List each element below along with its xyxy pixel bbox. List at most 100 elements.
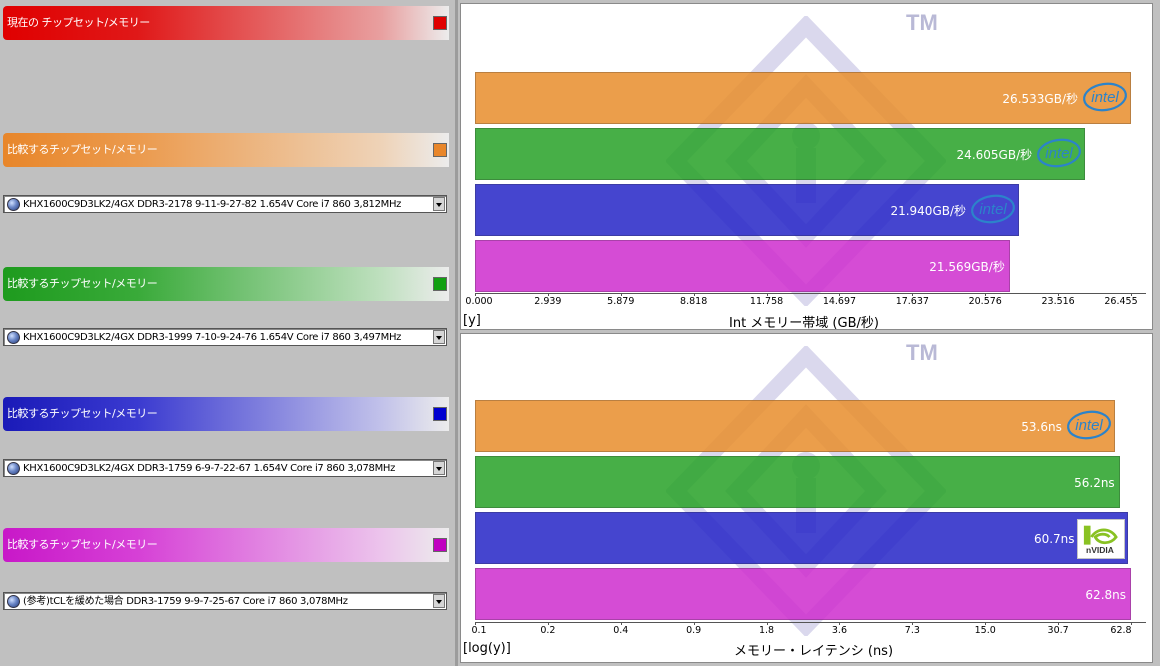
compare-select-value-1: KHX1600C9D3LK2/4GX DDR3-2178 9-11-9-27-8… [23, 199, 402, 210]
compare-select-value-3: KHX1600C9D3LK2/4GX DDR3-1759 6-9-7-22-67… [23, 463, 396, 474]
compare-select-2[interactable]: KHX1600C9D3LK2/4GX DDR3-1999 7-10-9-24-7… [3, 328, 447, 346]
bar-value-label: 21.569GB/秒 [929, 260, 1005, 274]
bar-value-label: 56.2ns [1074, 476, 1115, 490]
bar-value-label: 24.605GB/秒 [956, 148, 1033, 162]
x-tick-label: 23.516 [1041, 296, 1075, 307]
x-tick-label: 15.0 [974, 625, 996, 636]
compare-color-swatch-3[interactable] [433, 407, 447, 421]
bandwidth-chart-panel: TM 26.533GB/秒 intel 24.605GB/秒 intel 21.940G… [460, 3, 1153, 330]
x-tick-mark [766, 622, 768, 625]
bar-1: 53.6ns intel [475, 400, 1115, 452]
compare-label-4: 比較するチップセット/メモリー [7, 538, 158, 551]
compare-banner-1: 比較するチップセット/メモリー [3, 133, 449, 167]
x-tick-mark [1131, 293, 1132, 296]
bar-4: 21.569GB/秒 [475, 240, 1010, 292]
x-tick-label: 3.6 [831, 625, 847, 636]
x-tick-mark [620, 622, 622, 625]
pane-divider[interactable] [455, 0, 458, 666]
x-tick-mark [839, 293, 841, 296]
x-tick-mark [839, 622, 841, 625]
x-tick-mark [1058, 622, 1060, 625]
compare-label-1: 比較するチップセット/メモリー [7, 143, 158, 156]
current-chipset-banner: 現在の チップセット/メモリー [3, 6, 449, 40]
current-color-swatch[interactable] [433, 16, 447, 30]
comparison-sidebar: 現在の チップセット/メモリー 比較するチップセット/メモリー KHX1600C… [0, 0, 455, 666]
x-tick-label: 0.9 [686, 625, 702, 636]
compare-select-3[interactable]: KHX1600C9D3LK2/4GX DDR3-1759 6-9-7-22-67… [3, 459, 447, 477]
bar-value-label: 21.940GB/秒 [890, 204, 967, 218]
y-axis-label: [y] [463, 313, 481, 328]
compare-select-value-2: KHX1600C9D3LK2/4GX DDR3-1999 7-10-9-24-7… [23, 332, 402, 343]
bar-1: 26.533GB/秒 intel [475, 72, 1131, 124]
x-tick-label: 20.576 [968, 296, 1002, 307]
svg-text:intel: intel [1075, 417, 1103, 434]
x-axis-line [475, 622, 1146, 623]
x-tick-label: 62.8 [1110, 625, 1132, 636]
compare-color-swatch-1[interactable] [433, 143, 447, 157]
x-tick-label: 0.000 [465, 296, 493, 307]
x-tick-label: 5.879 [607, 296, 635, 307]
y-axis-label: [log(y)] [463, 641, 511, 656]
x-tick-mark [475, 622, 476, 625]
globe-icon [7, 331, 20, 344]
globe-icon [7, 462, 20, 475]
x-tick-label: 11.758 [749, 296, 784, 307]
bar-4: 62.8ns [475, 568, 1131, 620]
x-tick-mark [620, 293, 622, 296]
bar-2: 24.605GB/秒 intel [475, 128, 1086, 180]
svg-text:nVIDIA: nVIDIA [1086, 545, 1114, 555]
x-tick-mark [766, 293, 768, 296]
compare-select-4[interactable]: (参考)tCLを緩めた場合 DDR3-1759 9-9-7-25-67 Core… [3, 592, 447, 610]
x-tick-mark [912, 622, 914, 625]
globe-icon [7, 595, 20, 608]
x-tick-label: 8.818 [680, 296, 708, 307]
chevron-down-icon[interactable] [433, 594, 445, 608]
x-tick-mark [1131, 622, 1132, 625]
x-tick-mark [693, 622, 695, 625]
chevron-down-icon[interactable] [433, 197, 445, 211]
svg-text:intel: intel [1045, 145, 1073, 162]
x-axis-label: メモリー・レイテンシ (ns) [734, 644, 894, 659]
x-tick-mark [547, 622, 549, 625]
chevron-down-icon[interactable] [433, 461, 445, 475]
x-tick-label: 1.8 [758, 625, 775, 636]
x-tick-label: 0.4 [613, 625, 629, 636]
x-tick-mark [1058, 293, 1060, 296]
globe-icon [7, 198, 20, 211]
x-tick-mark [985, 293, 987, 296]
bar-value-label: 60.7ns [1033, 532, 1075, 546]
compare-color-swatch-2[interactable] [433, 277, 447, 291]
x-tick-label: 14.697 [822, 296, 857, 307]
compare-banner-4: 比較するチップセット/メモリー [3, 528, 449, 562]
compare-label-3: 比較するチップセット/メモリー [7, 407, 158, 420]
intel-logo-icon: intel [1066, 409, 1112, 441]
svg-text:intel: intel [979, 201, 1007, 218]
chevron-down-icon[interactable] [433, 330, 445, 344]
compare-select-1[interactable]: KHX1600C9D3LK2/4GX DDR3-2178 9-11-9-27-8… [3, 195, 447, 213]
x-tick-mark [693, 293, 695, 296]
nvidia-logo-icon: nVIDIA [1076, 519, 1125, 559]
x-tick-label: 17.637 [895, 296, 929, 307]
x-axis-label: Int メモリー帯域 (GB/秒) [729, 316, 879, 330]
x-tick-label: 26.455 [1104, 296, 1138, 307]
bar-value-label: 53.6ns [1021, 420, 1062, 434]
x-tick-label: 7.3 [904, 625, 920, 636]
bar-3: 60.7ns nVIDIA [475, 512, 1128, 564]
intel-logo-icon: intel [970, 193, 1016, 225]
intel-logo-icon: intel [1082, 81, 1128, 113]
current-chipset-label: 現在の チップセット/メモリー [7, 16, 150, 29]
x-tick-label: 2.939 [534, 296, 562, 307]
svg-text:intel: intel [1091, 89, 1119, 106]
compare-color-swatch-4[interactable] [433, 538, 447, 552]
intel-logo-icon: intel [1036, 137, 1082, 169]
compare-banner-2: 比較するチップセット/メモリー [3, 267, 449, 301]
x-tick-label: 0.1 [471, 625, 487, 636]
bar-3: 21.940GB/秒 intel [475, 184, 1020, 236]
x-axis-line [475, 293, 1146, 294]
x-tick-mark [475, 293, 476, 296]
compare-banner-3: 比較するチップセット/メモリー [3, 397, 449, 431]
latency-chart-panel: TM 53.6ns intel 56.2ns 60.7ns nVIDIA 62.8ns 0… [460, 333, 1153, 663]
x-tick-mark [547, 293, 549, 296]
x-tick-mark [912, 293, 914, 296]
bar-2: 56.2ns [475, 456, 1120, 508]
